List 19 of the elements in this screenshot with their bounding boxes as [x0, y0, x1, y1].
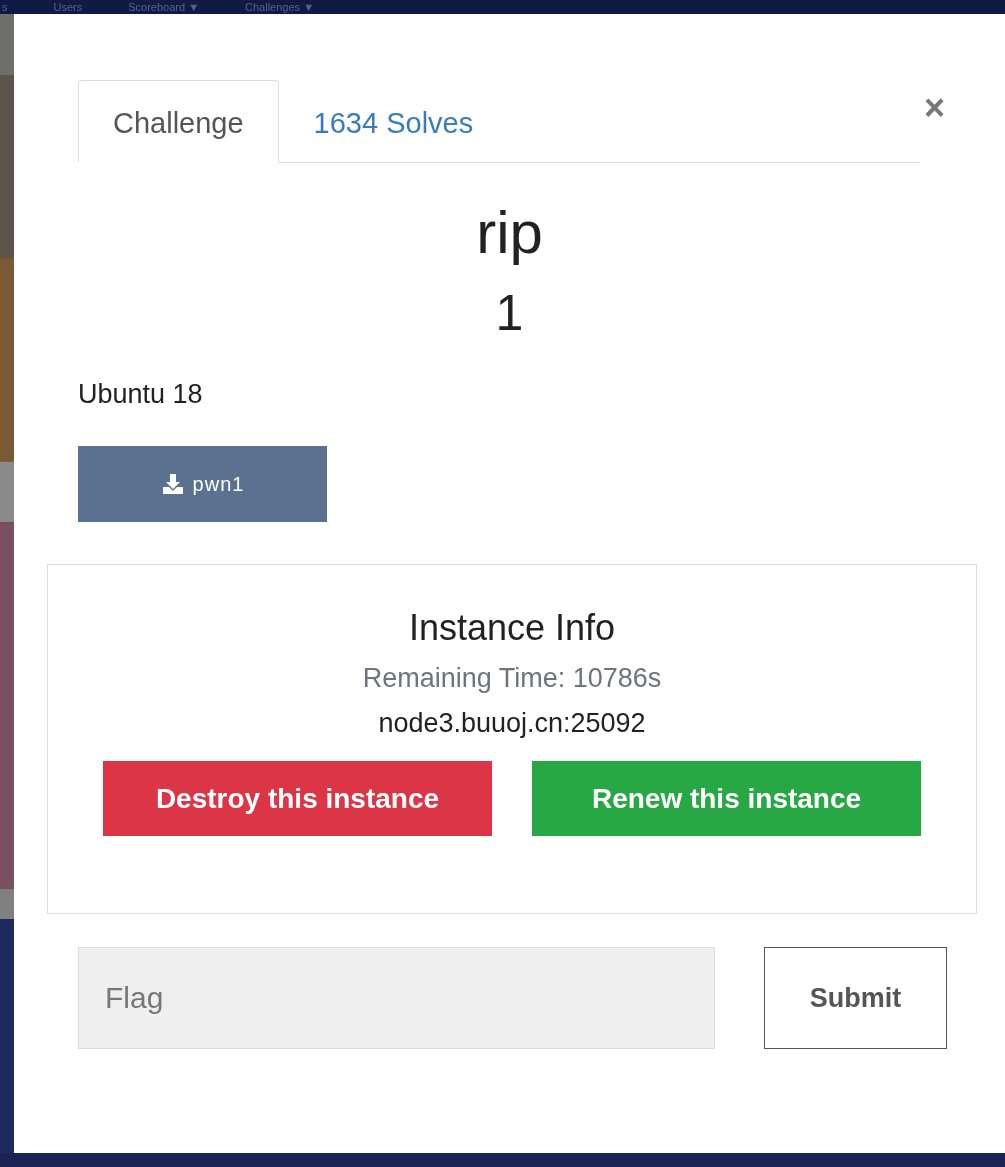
remaining-time: Remaining Time: 10786s: [362, 663, 662, 694]
nav-link[interactable]: Challenges ▼: [245, 1, 315, 13]
nav-link[interactable]: Users: [53, 1, 83, 13]
instance-address: node3.buuoj.cn:25092: [378, 708, 646, 739]
tab[interactable]: 1634 Solves: [278, 80, 509, 163]
download-button[interactable]: pwn1: [78, 446, 327, 522]
nav-link[interactable]: s: [2, 1, 8, 13]
flag-input[interactable]: Flag: [78, 947, 715, 1049]
challenge-points: 1: [494, 284, 525, 343]
instance-button[interactable]: Renew this instance: [532, 761, 921, 836]
download-icon: [160, 472, 185, 496]
close-button[interactable]: ×: [919, 90, 949, 126]
challenge-name: rip: [475, 198, 544, 268]
instance-button[interactable]: Destroy this instance: [103, 761, 492, 836]
submit-button[interactable]: Submit: [764, 947, 947, 1049]
nav-link[interactable]: Scoreboard ▼: [128, 1, 200, 13]
tab[interactable]: Challenge: [78, 80, 279, 163]
challenge-description: Ubuntu 18: [78, 379, 204, 410]
instance-title: Instance Info: [408, 607, 616, 649]
